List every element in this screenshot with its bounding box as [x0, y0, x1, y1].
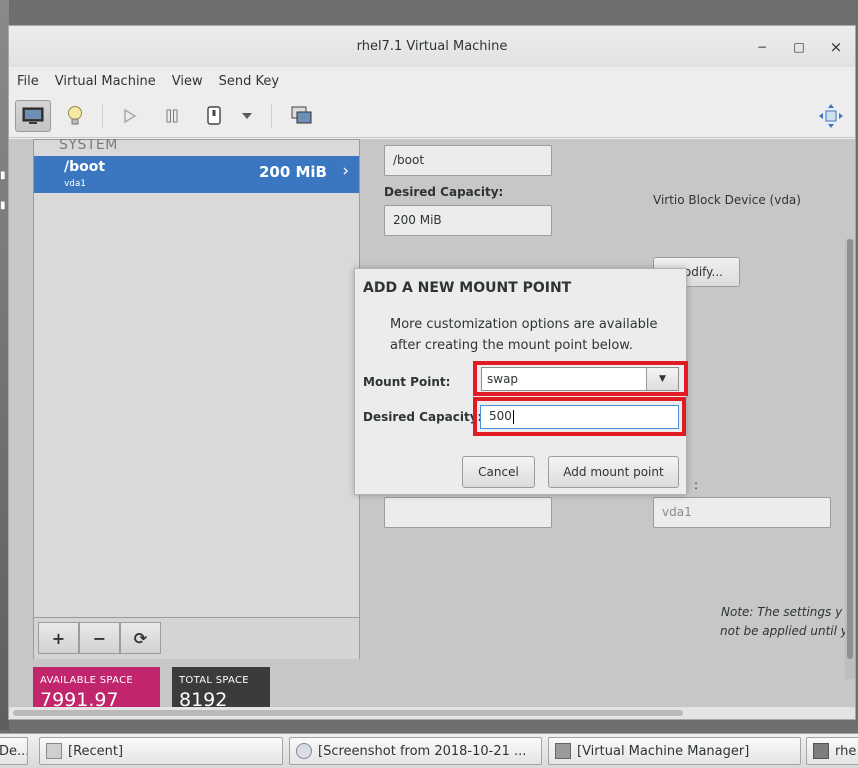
title-bar[interactable]: rhel7.1 Virtual Machine − □ × [9, 26, 855, 67]
taskbar-item-label: [Recent] [68, 743, 124, 759]
toolbar-separator [102, 104, 103, 128]
snapshots-button[interactable] [284, 100, 320, 132]
dialog-description: More customization options are available… [390, 317, 658, 353]
partition-size: 200 MiB [258, 163, 327, 181]
device-name: Virtio Block Device (vda) [653, 193, 801, 207]
taskbar-item-vm-manager[interactable]: [Virtual Machine Manager] [548, 737, 801, 765]
screens-icon [291, 106, 312, 124]
mount-point-field[interactable]: /boot [384, 145, 552, 176]
taskbar-item-label: [Screenshot from 2018-10-21 ... [318, 743, 527, 759]
remove-partition-button[interactable]: − [79, 622, 120, 654]
image-viewer-icon [296, 743, 312, 759]
taskbar-item-label: [Virtual Machine Manager] [577, 743, 750, 759]
monitor-icon [22, 107, 44, 124]
fullscreen-icon [819, 104, 843, 128]
window-title: rhel7.1 Virtual Machine [356, 39, 508, 54]
mount-point-label: Mount Point: [363, 375, 451, 389]
taskbar-item-recent[interactable]: [Recent] [39, 737, 283, 765]
vm-icon [813, 743, 829, 759]
pause-icon [166, 109, 178, 123]
vm-manager-icon [555, 743, 571, 759]
text-caret [512, 409, 514, 424]
partition-name: /boot [64, 159, 106, 175]
field-label-fragment: : [694, 478, 699, 492]
name-field[interactable]: vda1 [653, 497, 831, 528]
mount-point-value: swap [487, 372, 519, 386]
partition-row[interactable]: /boot vda1 200 MiB › [34, 156, 359, 193]
menu-file[interactable]: File [17, 74, 39, 89]
note-line-2: not be applied until y [720, 624, 848, 638]
desired-capacity-label: Desired Capacity: [384, 185, 504, 199]
console-view-button[interactable] [15, 100, 51, 132]
guest-scrollbar[interactable] [845, 239, 855, 679]
partition-tools: + − ⟳ [34, 617, 359, 659]
cancel-button[interactable]: Cancel [462, 456, 535, 488]
shutdown-menu-button[interactable] [234, 100, 260, 132]
menu-bar: File Virtual Machine View Send Key [9, 67, 855, 95]
scrollbar-thumb[interactable] [13, 710, 683, 716]
vm-window: rhel7.1 Virtual Machine − □ × File Virtu… [8, 25, 856, 720]
available-space-label: AVAILABLE SPACE [40, 675, 133, 686]
add-mount-point-button[interactable]: Add mount point [548, 456, 679, 488]
minimize-button[interactable]: − [750, 36, 774, 58]
guest-display[interactable]: SYSTEM /boot vda1 200 MiB › + − ⟳ AVAILA… [9, 139, 855, 707]
taskbar-item-label: rhe [835, 743, 857, 759]
taskbar-item-rhel[interactable]: rhe [806, 737, 858, 765]
play-icon [124, 108, 137, 124]
power-icon [207, 106, 221, 125]
menu-send-key[interactable]: Send Key [219, 74, 279, 89]
pause-button[interactable] [154, 100, 190, 132]
menu-view[interactable]: View [172, 74, 203, 89]
add-mount-point-dialog: ADD A NEW MOUNT POINT More customization… [354, 268, 688, 495]
horizontal-scrollbar[interactable] [9, 707, 855, 719]
run-button[interactable] [111, 100, 147, 132]
partition-device: vda1 [64, 179, 86, 189]
taskbar-item[interactable]: De... [0, 737, 28, 765]
toolbar-separator [271, 104, 272, 128]
add-partition-button[interactable]: + [38, 622, 79, 654]
desired-capacity-dialog-label: Desired Capacity: [363, 410, 483, 424]
note-line-1: Note: The settings y [721, 605, 843, 619]
available-space-value: 7991.97 MiB [40, 689, 119, 707]
taskbar: De... [Recent] [Screenshot from 2018-10-… [0, 733, 858, 768]
scrollbar-thumb[interactable] [847, 239, 853, 659]
partition-list-panel: SYSTEM /boot vda1 200 MiB › + − ⟳ [33, 139, 360, 659]
details-view-button[interactable] [57, 100, 93, 132]
menu-virtual-machine[interactable]: Virtual Machine [55, 74, 156, 89]
toolbar [9, 95, 855, 138]
shutdown-button[interactable] [196, 100, 232, 132]
close-button[interactable]: × [824, 36, 848, 58]
available-space-box: AVAILABLE SPACE 7991.97 MiB [33, 667, 160, 707]
dialog-title: ADD A NEW MOUNT POINT [363, 280, 572, 296]
total-space-value: 8192 MiB [179, 689, 228, 707]
total-space-box: TOTAL SPACE 8192 MiB [172, 667, 270, 707]
chevron-down-icon [242, 113, 252, 119]
chevron-right-icon: › [342, 161, 349, 181]
chevron-down-icon[interactable]: ▼ [646, 368, 678, 390]
section-label: SYSTEM [59, 139, 118, 153]
folder-icon [46, 743, 62, 759]
taskbar-item-label: De... [0, 743, 28, 759]
mount-point-combo[interactable]: swap ▼ [481, 367, 679, 391]
capacity-value: 500 [489, 409, 512, 423]
taskbar-item-screenshot[interactable]: [Screenshot from 2018-10-21 ... [289, 737, 542, 765]
lightbulb-icon [68, 106, 82, 125]
maximize-button[interactable]: □ [787, 36, 811, 58]
total-space-label: TOTAL SPACE [179, 675, 249, 686]
desired-capacity-field[interactable]: 200 MiB [384, 205, 552, 236]
refresh-button[interactable]: ⟳ [120, 622, 161, 654]
label-field[interactable] [384, 497, 552, 528]
fullscreen-button[interactable] [813, 100, 849, 132]
desired-capacity-input[interactable]: 500 [480, 405, 679, 429]
